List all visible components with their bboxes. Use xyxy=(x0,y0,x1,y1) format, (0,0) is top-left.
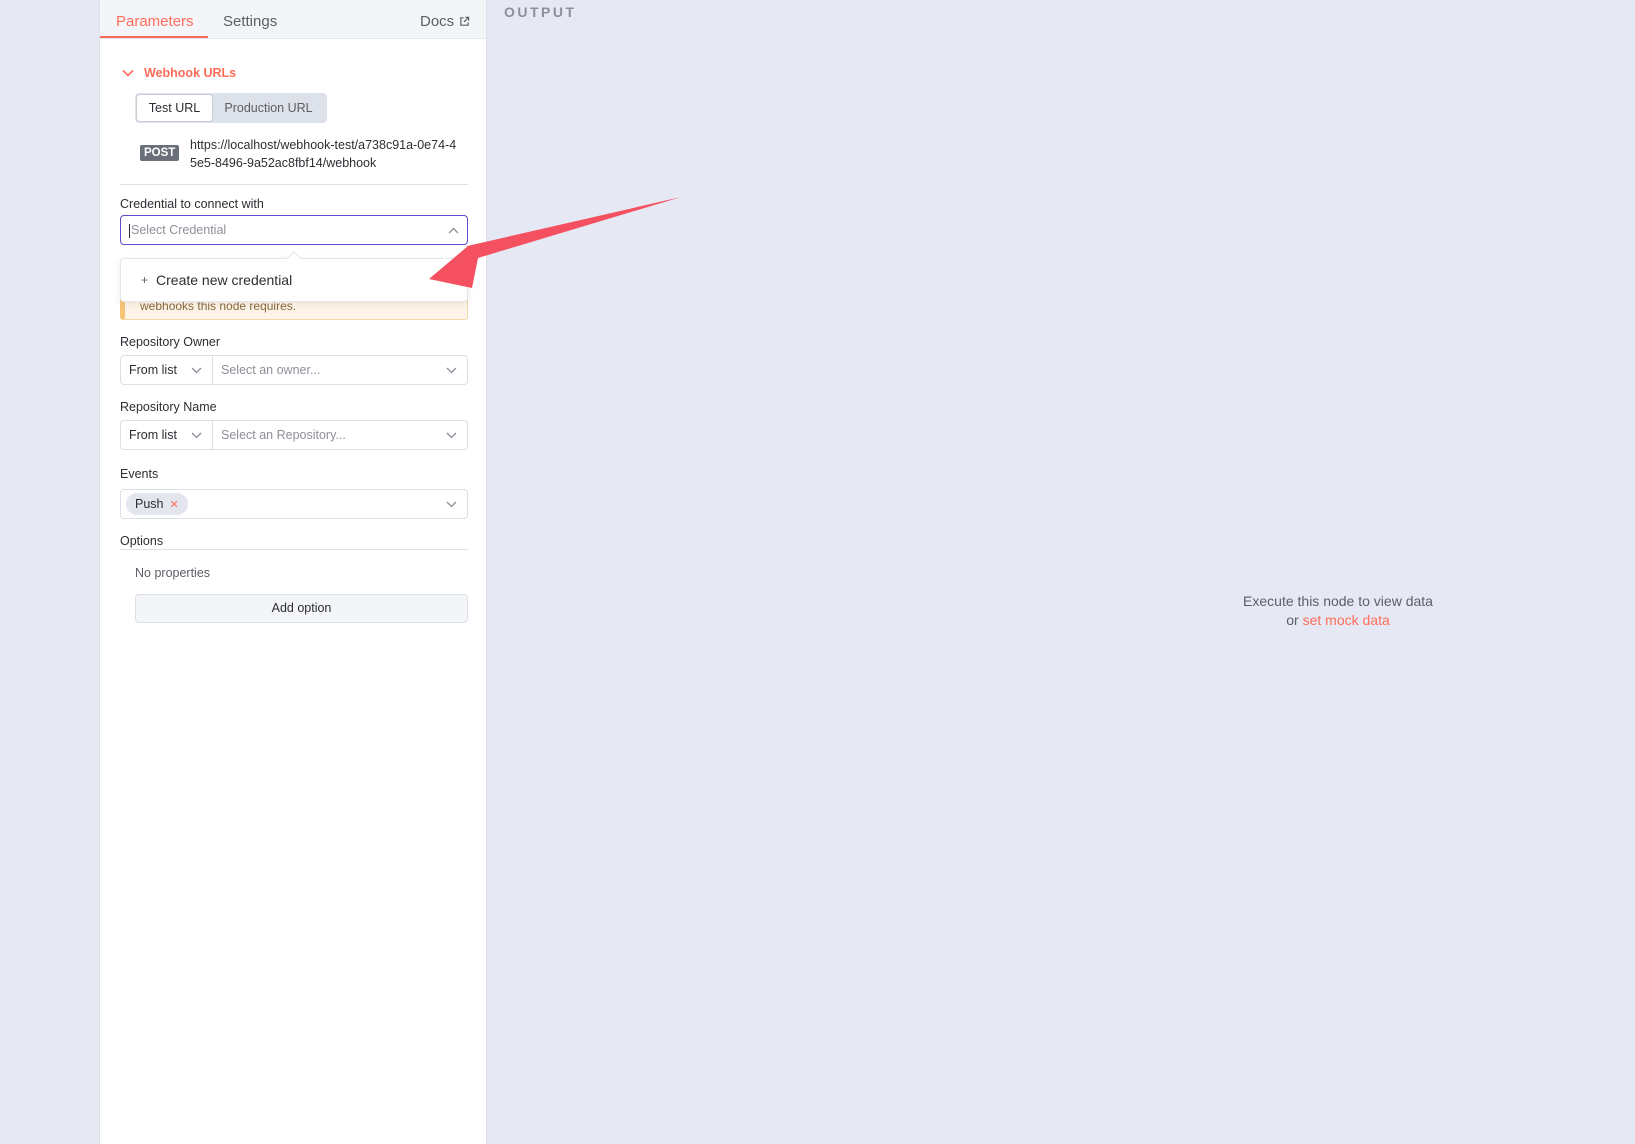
chevron-down-icon xyxy=(191,432,202,438)
repository-name-field: From list Select an Repository... xyxy=(120,420,468,450)
text-caret xyxy=(129,223,130,238)
output-title: OUTPUT xyxy=(504,4,577,20)
webhook-urls-toggle[interactable]: Webhook URLs xyxy=(122,66,236,80)
dropdown-notch xyxy=(286,250,302,266)
docs-link[interactable]: Docs xyxy=(420,13,470,30)
create-new-credential-label: Create new credential xyxy=(156,272,293,288)
repository-name-mode: From list xyxy=(129,428,177,442)
node-parameters-panel: Parameters Settings Docs Webhook URLs Te… xyxy=(99,0,487,1144)
chevron-down-icon xyxy=(446,432,457,438)
repository-name-placeholder: Select an Repository... xyxy=(221,428,346,442)
repository-owner-select[interactable]: Select an owner... xyxy=(213,356,467,384)
chevron-up-icon xyxy=(448,227,459,233)
options-label: Options xyxy=(120,534,164,548)
tab-parameters[interactable]: Parameters xyxy=(116,13,194,30)
chevron-down-icon xyxy=(191,367,202,373)
active-tab-underline xyxy=(100,36,208,38)
repository-owner-field: From list Select an owner... xyxy=(120,355,468,385)
panel-tab-bar: Parameters Settings Docs xyxy=(100,0,486,39)
create-new-credential-option[interactable]: + Create new credential xyxy=(141,272,292,288)
options-divider xyxy=(120,549,468,550)
app-root: Parameters Settings Docs Webhook URLs Te… xyxy=(0,0,1635,1144)
add-option-button[interactable]: Add option xyxy=(135,594,468,623)
docs-link-label: Docs xyxy=(420,13,455,30)
url-type-toggle: Test URL Production URL xyxy=(135,93,327,123)
webhook-url[interactable]: https://localhost/webhook-test/a738c91a-… xyxy=(190,136,460,172)
repository-name-select[interactable]: Select an Repository... xyxy=(213,421,467,449)
execute-hint: Execute this node to view data xyxy=(1243,593,1433,609)
external-link-icon xyxy=(460,16,470,26)
tab-settings[interactable]: Settings xyxy=(223,13,277,30)
repository-name-label: Repository Name xyxy=(120,400,217,414)
credential-placeholder: Select Credential xyxy=(131,223,227,237)
chevron-down-icon xyxy=(446,501,457,507)
repository-owner-label: Repository Owner xyxy=(120,335,221,349)
event-chip-label: Push xyxy=(135,497,164,511)
repository-owner-mode: From list xyxy=(129,363,177,377)
chevron-down-icon xyxy=(122,69,134,77)
production-url-option[interactable]: Production URL xyxy=(212,95,325,121)
section-divider xyxy=(120,184,468,185)
repository-owner-placeholder: Select an owner... xyxy=(221,363,321,377)
chevron-down-icon xyxy=(446,367,457,373)
events-label: Events xyxy=(120,467,159,481)
credential-label: Credential to connect with xyxy=(120,197,264,211)
remove-chip-icon[interactable]: ✕ xyxy=(170,498,179,511)
credential-dropdown: + Create new credential xyxy=(120,250,468,302)
test-url-option[interactable]: Test URL xyxy=(137,95,212,121)
mock-data-line: or set mock data xyxy=(1188,611,1488,630)
plus-icon: + xyxy=(141,273,149,287)
webhook-urls-title: Webhook URLs xyxy=(144,66,237,80)
or-text: or xyxy=(1286,612,1299,628)
no-properties-text: No properties xyxy=(135,566,211,580)
repository-name-mode-select[interactable]: From list xyxy=(121,421,213,449)
output-empty-state: Execute this node to view data or set mo… xyxy=(1188,592,1488,630)
events-multiselect[interactable]: Push ✕ xyxy=(120,489,468,519)
event-chip: Push ✕ xyxy=(126,493,188,515)
set-mock-data-link[interactable]: set mock data xyxy=(1303,612,1390,628)
credential-select[interactable]: Select Credential xyxy=(120,215,468,245)
repository-owner-mode-select[interactable]: From list xyxy=(121,356,213,384)
http-method-badge: POST xyxy=(140,145,180,161)
